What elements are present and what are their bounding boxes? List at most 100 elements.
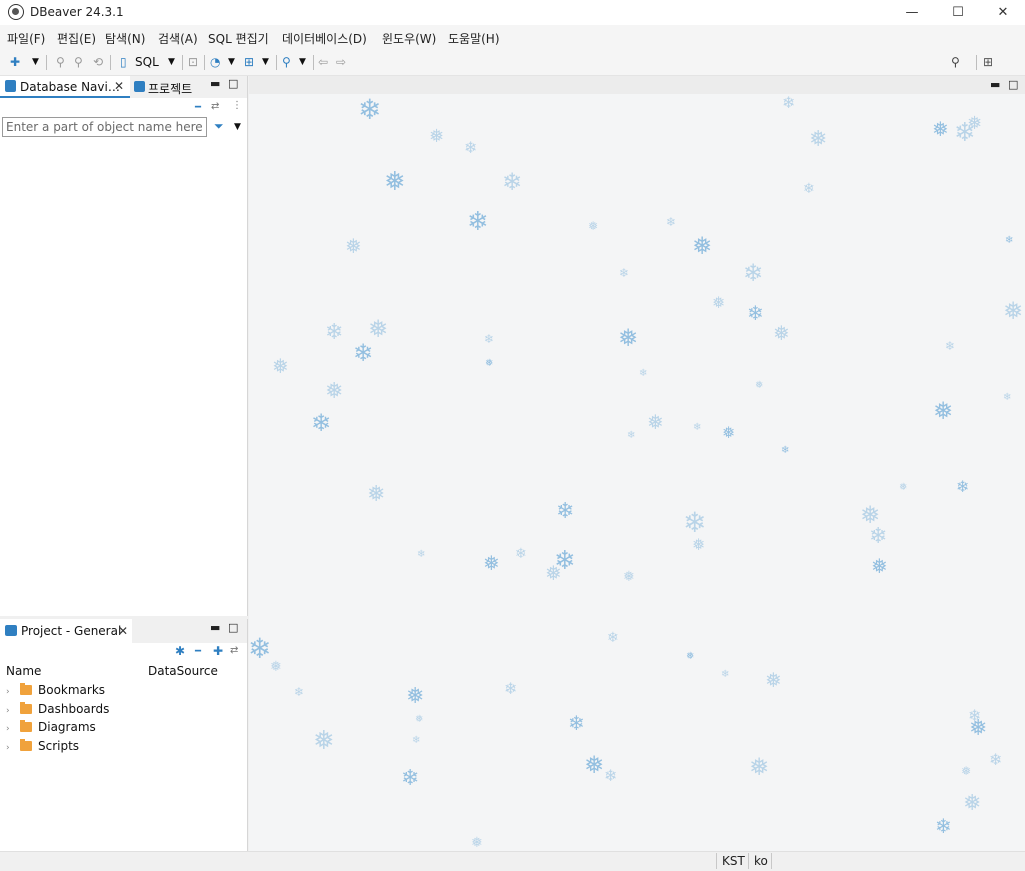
menu-navigate[interactable]: 탐색(N) (105, 30, 145, 47)
chevron-down-icon[interactable]: ▼ (32, 54, 39, 71)
tree-item-bookmarks[interactable]: › Bookmarks (6, 681, 105, 699)
add-icon[interactable]: ✚ (213, 644, 223, 658)
forward-icon[interactable]: ⇨ (336, 54, 346, 71)
toolbar-separator (276, 55, 277, 70)
object-filter-input[interactable] (2, 117, 207, 137)
minimize-button[interactable]: — (889, 0, 935, 25)
minimize-view-icon[interactable]: ▬ (210, 77, 220, 90)
snowflake-icon: ❄ (249, 632, 272, 665)
snowflake-icon: ❅ (325, 379, 344, 404)
menu-search[interactable]: 검색(A) (158, 30, 198, 47)
sql-button[interactable]: SQL (135, 54, 159, 71)
chevron-down-icon[interactable]: ▼ (299, 54, 306, 71)
view-menu-icon[interactable]: ⋮ (232, 100, 242, 111)
column-header-datasource[interactable]: DataSource (148, 664, 218, 678)
chevron-right-icon[interactable]: › (6, 683, 16, 701)
disconnect-icon[interactable]: ⚲ (74, 54, 83, 71)
chevron-down-icon[interactable]: ▼ (234, 122, 241, 132)
chevron-down-icon[interactable]: ▼ (228, 54, 235, 71)
snowflake-icon: ❄ (353, 339, 374, 367)
snowflake-icon: ❄ (782, 93, 796, 112)
snowflake-icon: ❄ (1005, 235, 1014, 246)
tab-projects[interactable]: 프로젝트 (132, 76, 206, 98)
link-editor-icon[interactable]: ⇄ (230, 645, 238, 656)
collapse-all-icon[interactable]: ━ (195, 102, 201, 113)
tab-database-navigator[interactable]: Database Navi… ✕ (0, 76, 130, 98)
link-editor-icon[interactable]: ⇄ (211, 101, 219, 112)
minimize-view-icon[interactable]: ▬ (990, 78, 1000, 91)
sql-editor-icon[interactable]: ▯ (120, 54, 127, 71)
snowflake-icon: ❄ (989, 750, 1003, 769)
tree-item-diagrams[interactable]: › Diagrams (6, 718, 96, 736)
snowflake-icon: ❄ (956, 477, 970, 496)
snowflake-icon: ❅ (584, 751, 605, 779)
menu-sql-editor[interactable]: SQL 편집기 (208, 30, 269, 47)
snowflake-icon: ❄ (869, 524, 888, 549)
folder-icon (20, 720, 32, 732)
maximize-button[interactable]: ☐ (935, 0, 981, 25)
menu-database[interactable]: 데이터베이스(D) (282, 30, 367, 47)
filter-icon[interactable]: ⏷ (214, 119, 224, 134)
status-separator (771, 853, 772, 869)
menu-edit[interactable]: 편집(E) (57, 30, 96, 47)
snowflake-icon: ❄ (401, 766, 420, 791)
configure-icon[interactable]: ✱ (175, 644, 185, 658)
snowflake-icon: ❅ (809, 127, 828, 152)
tree-item-label: Diagrams (38, 720, 96, 734)
snowflake-icon: ❄ (502, 168, 523, 196)
snowflake-icon: ❄ (945, 339, 956, 353)
snowflake-icon: ❅ (647, 410, 664, 434)
close-icon[interactable]: ✕ (118, 624, 128, 638)
maximize-view-icon[interactable]: □ (1008, 78, 1018, 91)
close-icon[interactable]: ✕ (114, 79, 124, 93)
snowflake-icon: ❄ (607, 630, 619, 646)
tree-item-scripts[interactable]: › Scripts (6, 737, 79, 755)
chevron-right-icon[interactable]: › (6, 739, 16, 757)
search-icon[interactable]: ⚲ (282, 54, 291, 71)
column-header-name[interactable]: Name (6, 664, 41, 678)
tree-item-label: Scripts (38, 739, 80, 753)
commit-icon[interactable]: ⊞ (244, 54, 254, 71)
tab-label: 프로젝트 (148, 82, 193, 96)
maximize-view-icon[interactable]: □ (228, 77, 238, 90)
snowflake-icon: ❅ (932, 117, 949, 141)
menu-help[interactable]: 도움말(H) (448, 30, 500, 47)
toolbar-separator (204, 55, 205, 70)
invalidate-icon[interactable]: ⟲ (93, 54, 103, 71)
snowflake-icon: ❅ (899, 482, 908, 493)
connect-icon[interactable]: ⚲ (56, 54, 65, 71)
minimize-view-icon[interactable]: ▬ (210, 621, 220, 634)
global-search-icon[interactable]: ⚲ (951, 54, 960, 71)
snowflake-icon: ❅ (765, 668, 782, 692)
snowflake-icon: ❅ (483, 551, 500, 575)
snowflake-icon: ❅ (367, 482, 386, 507)
status-separator (748, 853, 749, 869)
tab-project-general[interactable]: Project - General ✕ (0, 619, 132, 643)
snowflake-icon: ❅ (618, 324, 639, 352)
toolbar-separator (976, 55, 977, 70)
menu-window[interactable]: 윈도우(W) (382, 30, 436, 47)
maximize-view-icon[interactable]: □ (228, 621, 238, 634)
chevron-right-icon[interactable]: › (6, 720, 16, 738)
snowflake-icon: ❅ (1003, 297, 1024, 325)
perspective-icon[interactable]: ⊞ (983, 54, 993, 71)
collapse-all-icon[interactable]: ━ (195, 646, 201, 657)
lock-icon[interactable]: ⊡ (188, 54, 198, 71)
window-title: DBeaver 24.3.1 (30, 5, 124, 19)
snowflake-icon: ❅ (967, 113, 983, 134)
snowflake-icon: ❅ (722, 423, 736, 442)
tree-item-dashboards[interactable]: › Dashboards (6, 700, 109, 718)
folder-icon (20, 739, 32, 751)
chevron-down-icon[interactable]: ▼ (168, 54, 175, 71)
dashboard-icon[interactable]: ◔ (210, 54, 220, 71)
snowflake-icon: ❅ (686, 651, 695, 662)
close-button[interactable]: ✕ (980, 0, 1025, 25)
menu-file[interactable]: 파일(F) (7, 30, 45, 47)
new-connection-icon[interactable]: ✚ (10, 54, 20, 71)
project-icon (134, 81, 145, 92)
project-general-pane: Project - General ✕ ▬ □ ✱ ━ ✚ ⇄ Name Dat… (0, 619, 248, 851)
chevron-down-icon[interactable]: ▼ (262, 54, 269, 71)
back-icon[interactable]: ⇦ (318, 54, 328, 71)
snowflake-icon: ❅ (588, 219, 599, 233)
dbeaver-logo-icon (8, 4, 24, 20)
